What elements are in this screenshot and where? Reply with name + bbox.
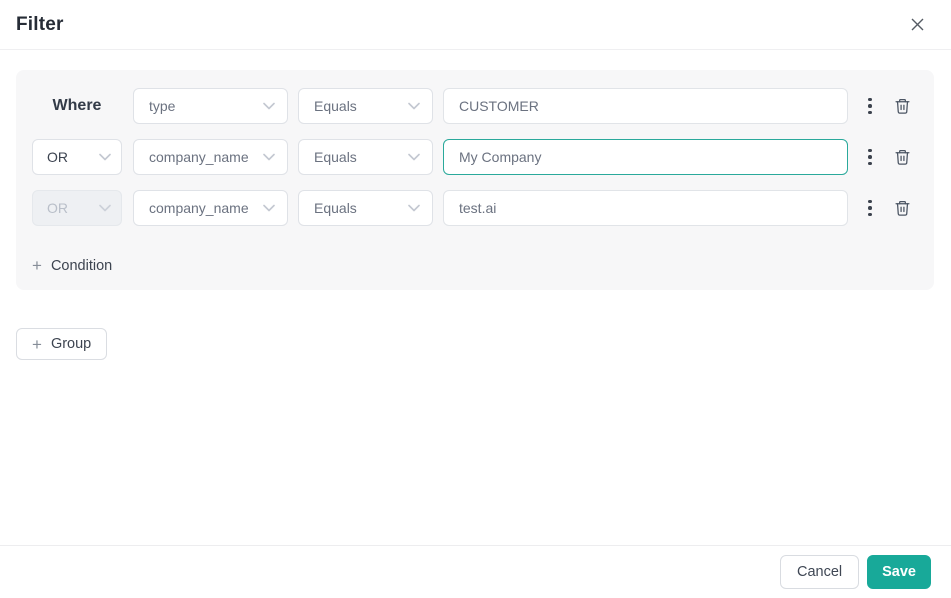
add-group-button[interactable]: + Group [16,328,108,360]
operator-select-value: Equals [314,98,357,114]
chevron-down-icon [99,153,111,161]
value-input[interactable] [443,190,848,226]
conjunction-select-value: OR [47,200,68,216]
delete-row-button[interactable] [894,97,911,115]
modal-footer: Cancel Save [0,545,951,598]
trash-icon [894,97,911,115]
save-button[interactable]: Save [867,555,931,589]
field-select-value: company_name [149,200,249,216]
field-select-value: company_name [149,149,249,165]
modal-title: Filter [16,13,64,35]
cancel-button[interactable]: Cancel [779,555,860,589]
plus-icon: + [32,334,42,354]
add-condition-label: Condition [50,257,113,274]
modal-header: Filter [0,0,951,50]
conjunction-select[interactable]: OR [32,139,122,175]
conjunction-cell: OR [32,139,122,175]
trash-icon [894,199,911,217]
filter-row-2: OR company_name Equals [32,139,918,175]
row-menu-button[interactable] [860,190,880,226]
close-button[interactable] [907,15,927,35]
conjunction-select-value: OR [47,149,68,165]
condition-group-panel: Where type Equals CUSTOMER OR company_na… [16,70,934,290]
chevron-down-icon [408,204,420,212]
conjunction-select-disabled: OR [32,190,122,226]
delete-row-button[interactable] [894,148,911,166]
delete-row-button[interactable] [894,199,911,217]
operator-select-value: Equals [314,200,357,216]
filter-modal: Filter Where type Equals CUSTOMER OR com… [0,0,951,598]
chevron-down-icon [408,153,420,161]
operator-select[interactable]: Equals [298,139,433,175]
add-group-label: Group [50,336,92,352]
row-menu-button[interactable] [860,88,880,124]
field-select-value: type [149,98,176,114]
conjunction-cell: OR [32,190,122,226]
chevron-down-icon [99,204,111,212]
chevron-down-icon [263,153,275,161]
filter-row-1: Where type Equals [32,88,918,124]
field-select[interactable]: company_name [133,190,288,226]
chevron-down-icon [263,204,275,212]
operator-select[interactable]: Equals [298,190,433,226]
add-condition-button[interactable]: + Condition [32,257,112,274]
modal-body: Where type Equals CUSTOMER OR company_na… [0,50,951,360]
value-input-focused[interactable] [443,139,848,175]
trash-icon [894,148,911,166]
field-select[interactable]: type [133,88,288,124]
row-menu-button[interactable] [860,139,880,175]
chevron-down-icon [408,102,420,110]
field-select[interactable]: company_name [133,139,288,175]
conjunction-cell: Where [32,97,122,115]
where-label: Where [52,97,102,114]
close-icon [910,17,925,32]
chevron-down-icon [263,102,275,110]
plus-icon: + [32,256,42,275]
operator-select-value: Equals [314,149,357,165]
operator-select[interactable]: Equals [298,88,433,124]
value-input[interactable] [443,88,848,124]
filter-row-3: OR company_name Equals [32,190,918,226]
